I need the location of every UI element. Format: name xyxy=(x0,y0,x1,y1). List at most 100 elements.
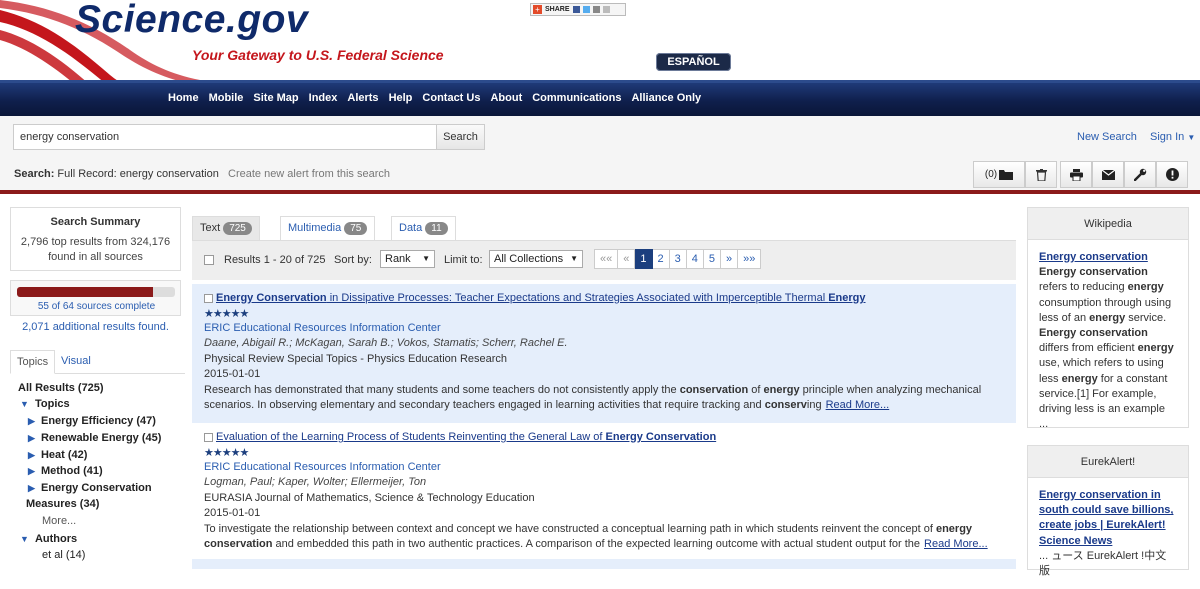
tab-text[interactable]: Text 725 xyxy=(192,216,260,240)
result-source[interactable]: ERIC Educational Resources Information C… xyxy=(204,461,441,473)
nav-contact-us[interactable]: Contact Us xyxy=(422,92,480,104)
facet-all-results[interactable]: All Results (725) xyxy=(18,382,104,394)
abstract-text: ing xyxy=(806,399,822,411)
wikipedia-link[interactable]: Energy conservation xyxy=(1039,250,1177,265)
espanol-button[interactable]: ESPAÑOL xyxy=(656,53,731,71)
facet-topics-label: Topics xyxy=(34,398,70,410)
tab-topics[interactable]: Topics xyxy=(10,350,56,374)
facet-topic-item[interactable]: ▶ Heat (42) xyxy=(28,449,87,461)
result-checkbox[interactable] xyxy=(204,433,213,442)
nav-alerts[interactable]: Alerts xyxy=(347,92,378,104)
read-more-link[interactable]: Read More... xyxy=(826,399,890,411)
facet-more-link[interactable]: More... xyxy=(42,515,76,527)
tools-button[interactable] xyxy=(1124,161,1156,188)
tab-data[interactable]: Data 11 xyxy=(391,216,456,240)
nav-home[interactable]: Home xyxy=(168,92,199,104)
page-button[interactable]: »» xyxy=(738,249,762,269)
tab-visual[interactable]: Visual xyxy=(55,350,97,374)
facet-topic-item[interactable]: ▶ Method (41) xyxy=(28,465,103,477)
pagination: «« «1 2 3 4 5»»» xyxy=(594,249,762,269)
more-share-icon[interactable] xyxy=(602,6,610,13)
facet-topic-item[interactable]: ▶ Renewable Energy (45) xyxy=(28,432,161,444)
page-button[interactable]: 4 xyxy=(686,249,704,269)
nav-help[interactable]: Help xyxy=(389,92,413,104)
select-caret-icon: ▼ xyxy=(422,254,430,263)
tab-text-label: Text xyxy=(200,222,221,234)
collapsed-triangle-icon: ▶ xyxy=(28,416,35,426)
search-label-prefix: Search: xyxy=(14,168,55,180)
page-button[interactable]: «« xyxy=(594,249,619,269)
title-text: Evaluation of the Learning Process of St… xyxy=(216,431,606,443)
search-area: energy conservation Search New Search Si… xyxy=(0,116,1200,194)
email-share-icon[interactable] xyxy=(592,6,600,13)
page-button[interactable]: « xyxy=(618,249,636,269)
additional-results-link[interactable]: 2,071 additional results found. xyxy=(0,321,191,333)
print-icon xyxy=(1069,168,1083,181)
create-alert-link[interactable]: Create new alert from this search xyxy=(228,168,390,180)
facet-authors-header[interactable]: ▼ Authors xyxy=(20,533,77,545)
page-button[interactable]: 3 xyxy=(669,249,687,269)
email-button[interactable] xyxy=(1092,161,1124,188)
nav-alliance-only[interactable]: Alliance Only xyxy=(631,92,701,104)
twitter-icon[interactable] xyxy=(582,6,590,13)
info-icon xyxy=(1165,168,1179,181)
result-checkbox[interactable] xyxy=(204,294,213,303)
facet-topic-item[interactable]: ▶ Energy Conservation xyxy=(28,482,152,494)
nav-about[interactable]: About xyxy=(490,92,522,104)
page-button[interactable]: » xyxy=(721,249,739,269)
facet-topic-item[interactable]: ▶ Energy Efficiency (47) xyxy=(28,415,156,427)
sign-in-link[interactable]: Sign In ▼ xyxy=(1150,131,1195,143)
select-caret-icon: ▼ xyxy=(570,254,578,263)
search-button[interactable]: Search xyxy=(436,124,485,150)
page-button[interactable]: 1 xyxy=(635,249,653,269)
select-all-checkbox[interactable] xyxy=(204,255,214,265)
sources-progress-text[interactable]: 55 of 64 sources complete xyxy=(11,301,182,312)
results-count: Results 1 - 20 of 725 xyxy=(224,254,326,266)
site-logo[interactable]: Science.gov xyxy=(75,0,308,42)
print-button[interactable] xyxy=(1060,161,1092,188)
nav-communications[interactable]: Communications xyxy=(532,92,621,104)
result-date: 2015-01-01 xyxy=(204,368,261,380)
limit-label: Limit to: xyxy=(444,254,483,266)
share-widget[interactable]: + SHARE xyxy=(530,3,626,16)
result-title-link[interactable]: Evaluation of the Learning Process of St… xyxy=(216,431,716,443)
info-button[interactable] xyxy=(1156,161,1188,188)
main-navbar: Home Mobile Site Map Index Alerts Help Contact… xyxy=(0,80,1200,116)
result-journal: EURASIA Journal of Mathematics, Science … xyxy=(204,492,535,504)
result-source[interactable]: ERIC Educational Resources Information C… xyxy=(204,322,441,334)
new-search-link[interactable]: New Search xyxy=(1077,131,1137,143)
snippet-highlight: Energy conservation xyxy=(1039,266,1148,279)
search-input[interactable]: energy conservation xyxy=(13,124,437,150)
snippet-highlight: energy xyxy=(1137,342,1174,355)
limit-select[interactable]: All Collections ▼ xyxy=(489,250,583,268)
read-more-link[interactable]: Read More... xyxy=(924,538,988,550)
delete-button[interactable] xyxy=(1025,161,1057,188)
page-button[interactable]: 5 xyxy=(703,249,721,269)
saved-folder-button[interactable]: (0) xyxy=(973,161,1025,188)
collapsed-triangle-icon: ▶ xyxy=(28,466,35,476)
email-icon xyxy=(1101,169,1115,180)
search-label-value: Full Record: energy conservation xyxy=(57,168,219,180)
tab-multimedia-label: Multimedia xyxy=(288,222,342,234)
abstract-text: To investigate the relationship between … xyxy=(204,523,936,535)
facet-topics-header[interactable]: ▼ Topics xyxy=(20,398,70,410)
sources-progress-fill xyxy=(17,287,153,297)
facet-topic-wrap[interactable]: Measures (34) xyxy=(26,498,99,510)
folder-icon xyxy=(999,170,1014,180)
tab-multimedia[interactable]: Multimedia 75 xyxy=(280,216,376,240)
sort-select[interactable]: Rank ▼ xyxy=(380,250,435,268)
expanded-triangle-icon: ▼ xyxy=(20,399,29,409)
collapsed-triangle-icon: ▶ xyxy=(28,433,35,443)
result-title-link[interactable]: Energy Conservation in Dissipative Proce… xyxy=(216,292,866,304)
nav-index[interactable]: Index xyxy=(309,92,338,104)
nav-site-map[interactable]: Site Map xyxy=(253,92,298,104)
page-button[interactable]: 2 xyxy=(652,249,670,269)
facebook-icon[interactable] xyxy=(572,6,580,13)
eurekalert-link[interactable]: Energy conservation in south could save … xyxy=(1039,488,1177,549)
collapsed-triangle-icon: ▶ xyxy=(28,483,35,493)
expanded-triangle-icon: ▼ xyxy=(20,534,29,544)
sort-value: Rank xyxy=(385,253,411,265)
snippet-highlight: Energy conservation xyxy=(1039,327,1148,340)
nav-mobile[interactable]: Mobile xyxy=(209,92,244,104)
facet-author-item[interactable]: et al (14) xyxy=(42,549,85,561)
